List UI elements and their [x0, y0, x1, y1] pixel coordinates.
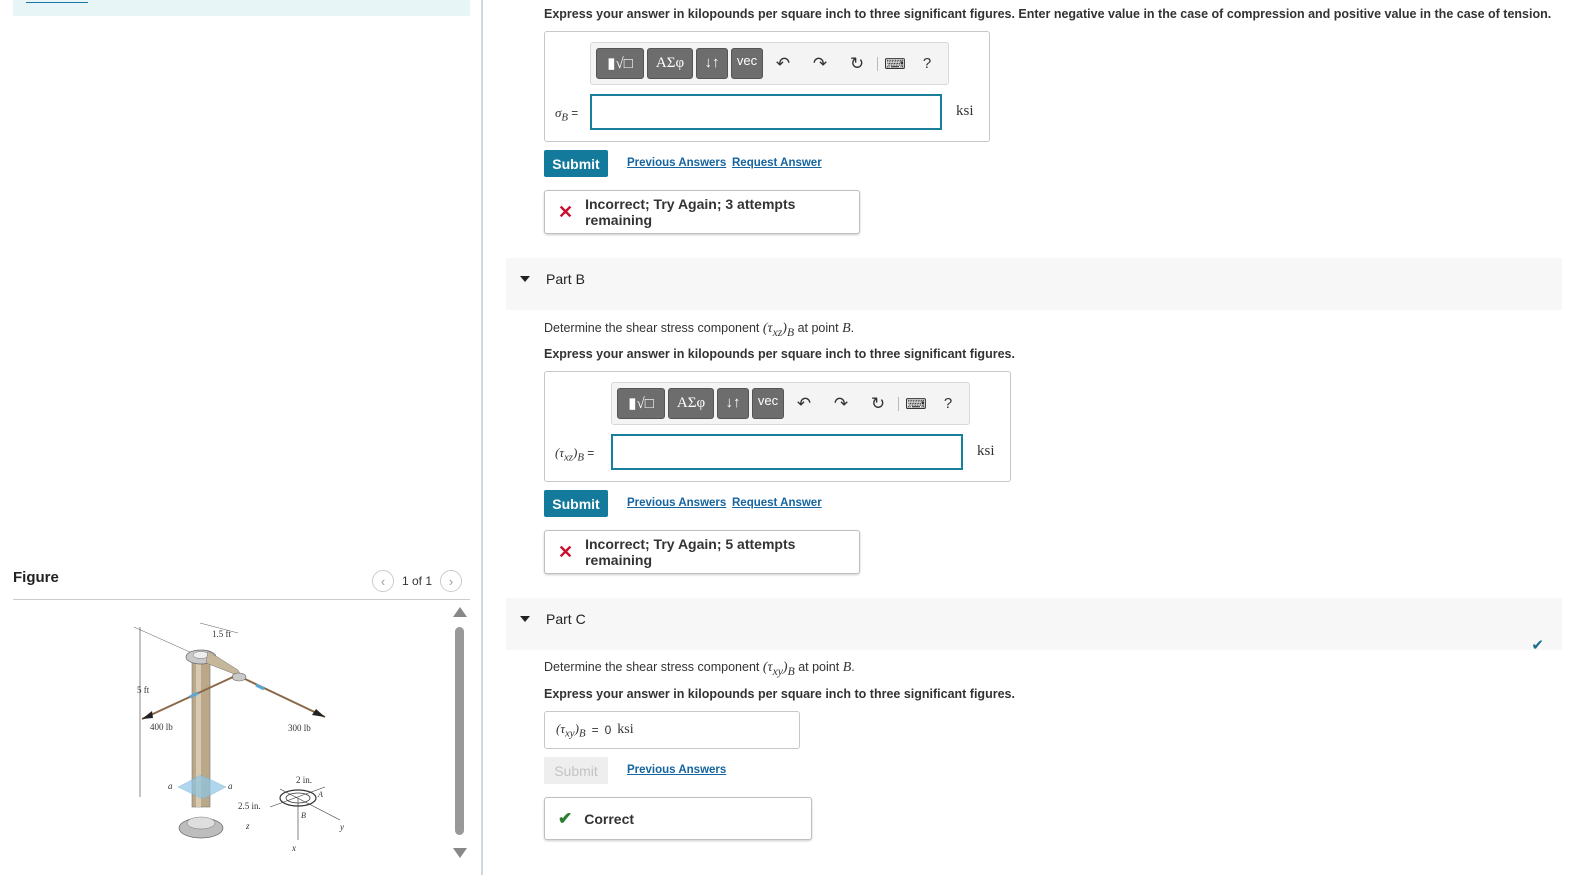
subscript-superscript-button[interactable]: ↓↑ — [696, 48, 728, 79]
template-button[interactable]: ▮√□ — [617, 388, 665, 419]
figure-divider — [13, 599, 470, 600]
subscript-superscript-button[interactable]: ↓↑ — [717, 388, 749, 419]
collapse-caret-icon[interactable] — [520, 276, 530, 282]
vector-button[interactable]: vec — [752, 388, 784, 419]
part-b-header[interactable]: Part B — [506, 258, 1562, 310]
pager-text: 1 of 1 — [402, 574, 433, 588]
figure-title: Figure — [13, 569, 59, 586]
keyboard-icon[interactable]: ⌨ — [902, 388, 930, 419]
svg-text:a: a — [228, 781, 233, 791]
greek-symbols-button[interactable]: ΑΣφ — [668, 388, 714, 419]
axis-x-label: x — [291, 843, 296, 853]
help-icon[interactable]: ? — [912, 48, 942, 79]
part-c-submitted-answer: (τxy)B = 0 ksi — [544, 711, 800, 749]
part-b-answer-input[interactable] — [611, 434, 963, 470]
figure-pane: Figure ‹ 1 of 1 › 5 ft 1.5 ft 400 lb 300… — [0, 0, 482, 875]
right-load-label: 300 lb — [288, 723, 311, 733]
part-b-answer-box: ▮√□ ΑΣφ ↓↑ vec ↶ ↷ ↻ ⌨ ? (τxz)B = ksi — [544, 371, 1011, 482]
scroll-up-arrow-icon[interactable] — [453, 607, 467, 617]
part-a-submit-button[interactable]: Submit — [544, 150, 608, 177]
part-c-previous-answers-link[interactable]: Previous Answers — [627, 764, 726, 776]
reset-icon[interactable]: ↻ — [840, 48, 874, 79]
height-label: 5 ft — [137, 685, 150, 695]
part-a-math-toolbar: ▮√□ ΑΣφ ↓↑ vec ↶ ↷ ↻ ⌨ ? — [590, 42, 949, 85]
part-b-feedback: ✕ Incorrect; Try Again; 5 attempts remai… — [544, 530, 860, 574]
incorrect-x-icon: ✕ — [558, 541, 574, 562]
figure-scrollbar[interactable] — [455, 627, 464, 835]
part-b-instruction: Express your answer in kilopounds per sq… — [544, 347, 1015, 361]
part-c-title: Part C — [546, 611, 586, 627]
part-a-answer-input[interactable] — [590, 94, 942, 130]
toolbar-separator — [898, 396, 899, 411]
previous-figure-button[interactable]: ‹ — [372, 570, 394, 592]
figure-image: 5 ft 1.5 ft 400 lb 300 lb a a 2 in. 2.5 … — [133, 622, 344, 853]
template-button[interactable]: ▮√□ — [596, 48, 644, 79]
header-link-stub[interactable] — [26, 0, 88, 3]
part-complete-check-icon: ✔ — [1531, 637, 1544, 654]
part-a-request-answer-link[interactable]: Request Answer — [732, 157, 822, 169]
toolbar-separator — [877, 56, 878, 71]
collapse-caret-icon[interactable] — [520, 616, 530, 622]
part-a-answer-label: σB = — [555, 105, 579, 124]
vector-button[interactable]: vec — [731, 48, 763, 79]
part-b-unit: ksi — [977, 443, 995, 459]
part-a-answer-box: ▮√□ ΑΣφ ↓↑ vec ↶ ↷ ↻ ⌨ ? σB = ksi — [544, 31, 990, 142]
help-icon[interactable]: ? — [933, 388, 963, 419]
part-b-answer-label: (τxz)B = — [555, 445, 595, 464]
part-c-header[interactable]: Part C ✔ — [506, 598, 1562, 654]
part-a-feedback: ✕ Incorrect; Try Again; 3 attempts remai… — [544, 190, 860, 234]
part-a-instruction: Express your answer in kilopounds per sq… — [544, 7, 1552, 21]
part-b-math-toolbar: ▮√□ ΑΣφ ↓↑ vec ↶ ↷ ↻ ⌨ ? — [611, 382, 970, 425]
arm-label: 1.5 ft — [212, 629, 231, 639]
point-b-label: B — [301, 811, 306, 820]
axis-z-label: z — [245, 821, 250, 831]
reset-icon[interactable]: ↻ — [861, 388, 895, 419]
keyboard-icon[interactable]: ⌨ — [881, 48, 909, 79]
part-b-previous-answers-link[interactable]: Previous Answers — [627, 497, 726, 509]
part-a-previous-answers-link[interactable]: Previous Answers — [627, 157, 726, 169]
part-a-unit: ksi — [956, 103, 974, 119]
part-b-prompt: Determine the shear stress component (τx… — [544, 321, 855, 339]
scroll-down-arrow-icon[interactable] — [453, 848, 467, 858]
incorrect-x-icon: ✕ — [558, 201, 574, 222]
part-b-feedback-text: Incorrect; Try Again; 5 attempts remaini… — [585, 536, 796, 568]
next-figure-button[interactable]: › — [440, 570, 463, 592]
redo-icon[interactable]: ↷ — [824, 388, 858, 419]
header-band — [13, 0, 470, 16]
undo-icon[interactable]: ↶ — [766, 48, 800, 79]
part-c-feedback: ✔ Correct — [544, 797, 812, 840]
greek-symbols-button[interactable]: ΑΣφ — [647, 48, 693, 79]
dim-b-label: 2.5 in. — [238, 801, 261, 811]
part-a-feedback-text: Incorrect; Try Again; 3 attempts remaini… — [585, 196, 796, 228]
axis-y-label: y — [339, 822, 344, 832]
part-b-title: Part B — [546, 271, 585, 287]
section-label: a — [168, 781, 173, 791]
dim-a-label: 2 in. — [296, 775, 312, 785]
part-c-instruction: Express your answer in kilopounds per sq… — [544, 687, 1015, 701]
correct-check-icon: ✔ — [558, 808, 573, 828]
undo-icon[interactable]: ↶ — [787, 388, 821, 419]
part-b-submit-button[interactable]: Submit — [544, 490, 608, 517]
part-c-prompt: Determine the shear stress component (τx… — [544, 660, 855, 678]
left-load-label: 400 lb — [150, 722, 173, 732]
part-c-submit-button: Submit — [544, 757, 608, 784]
question-pane: Express your answer in kilopounds per sq… — [483, 0, 1582, 875]
part-b-request-answer-link[interactable]: Request Answer — [732, 497, 822, 509]
figure-pager: ‹ 1 of 1 › — [372, 570, 463, 592]
point-a-label: A — [317, 790, 323, 799]
part-c-feedback-text: Correct — [584, 810, 635, 827]
redo-icon[interactable]: ↷ — [803, 48, 837, 79]
